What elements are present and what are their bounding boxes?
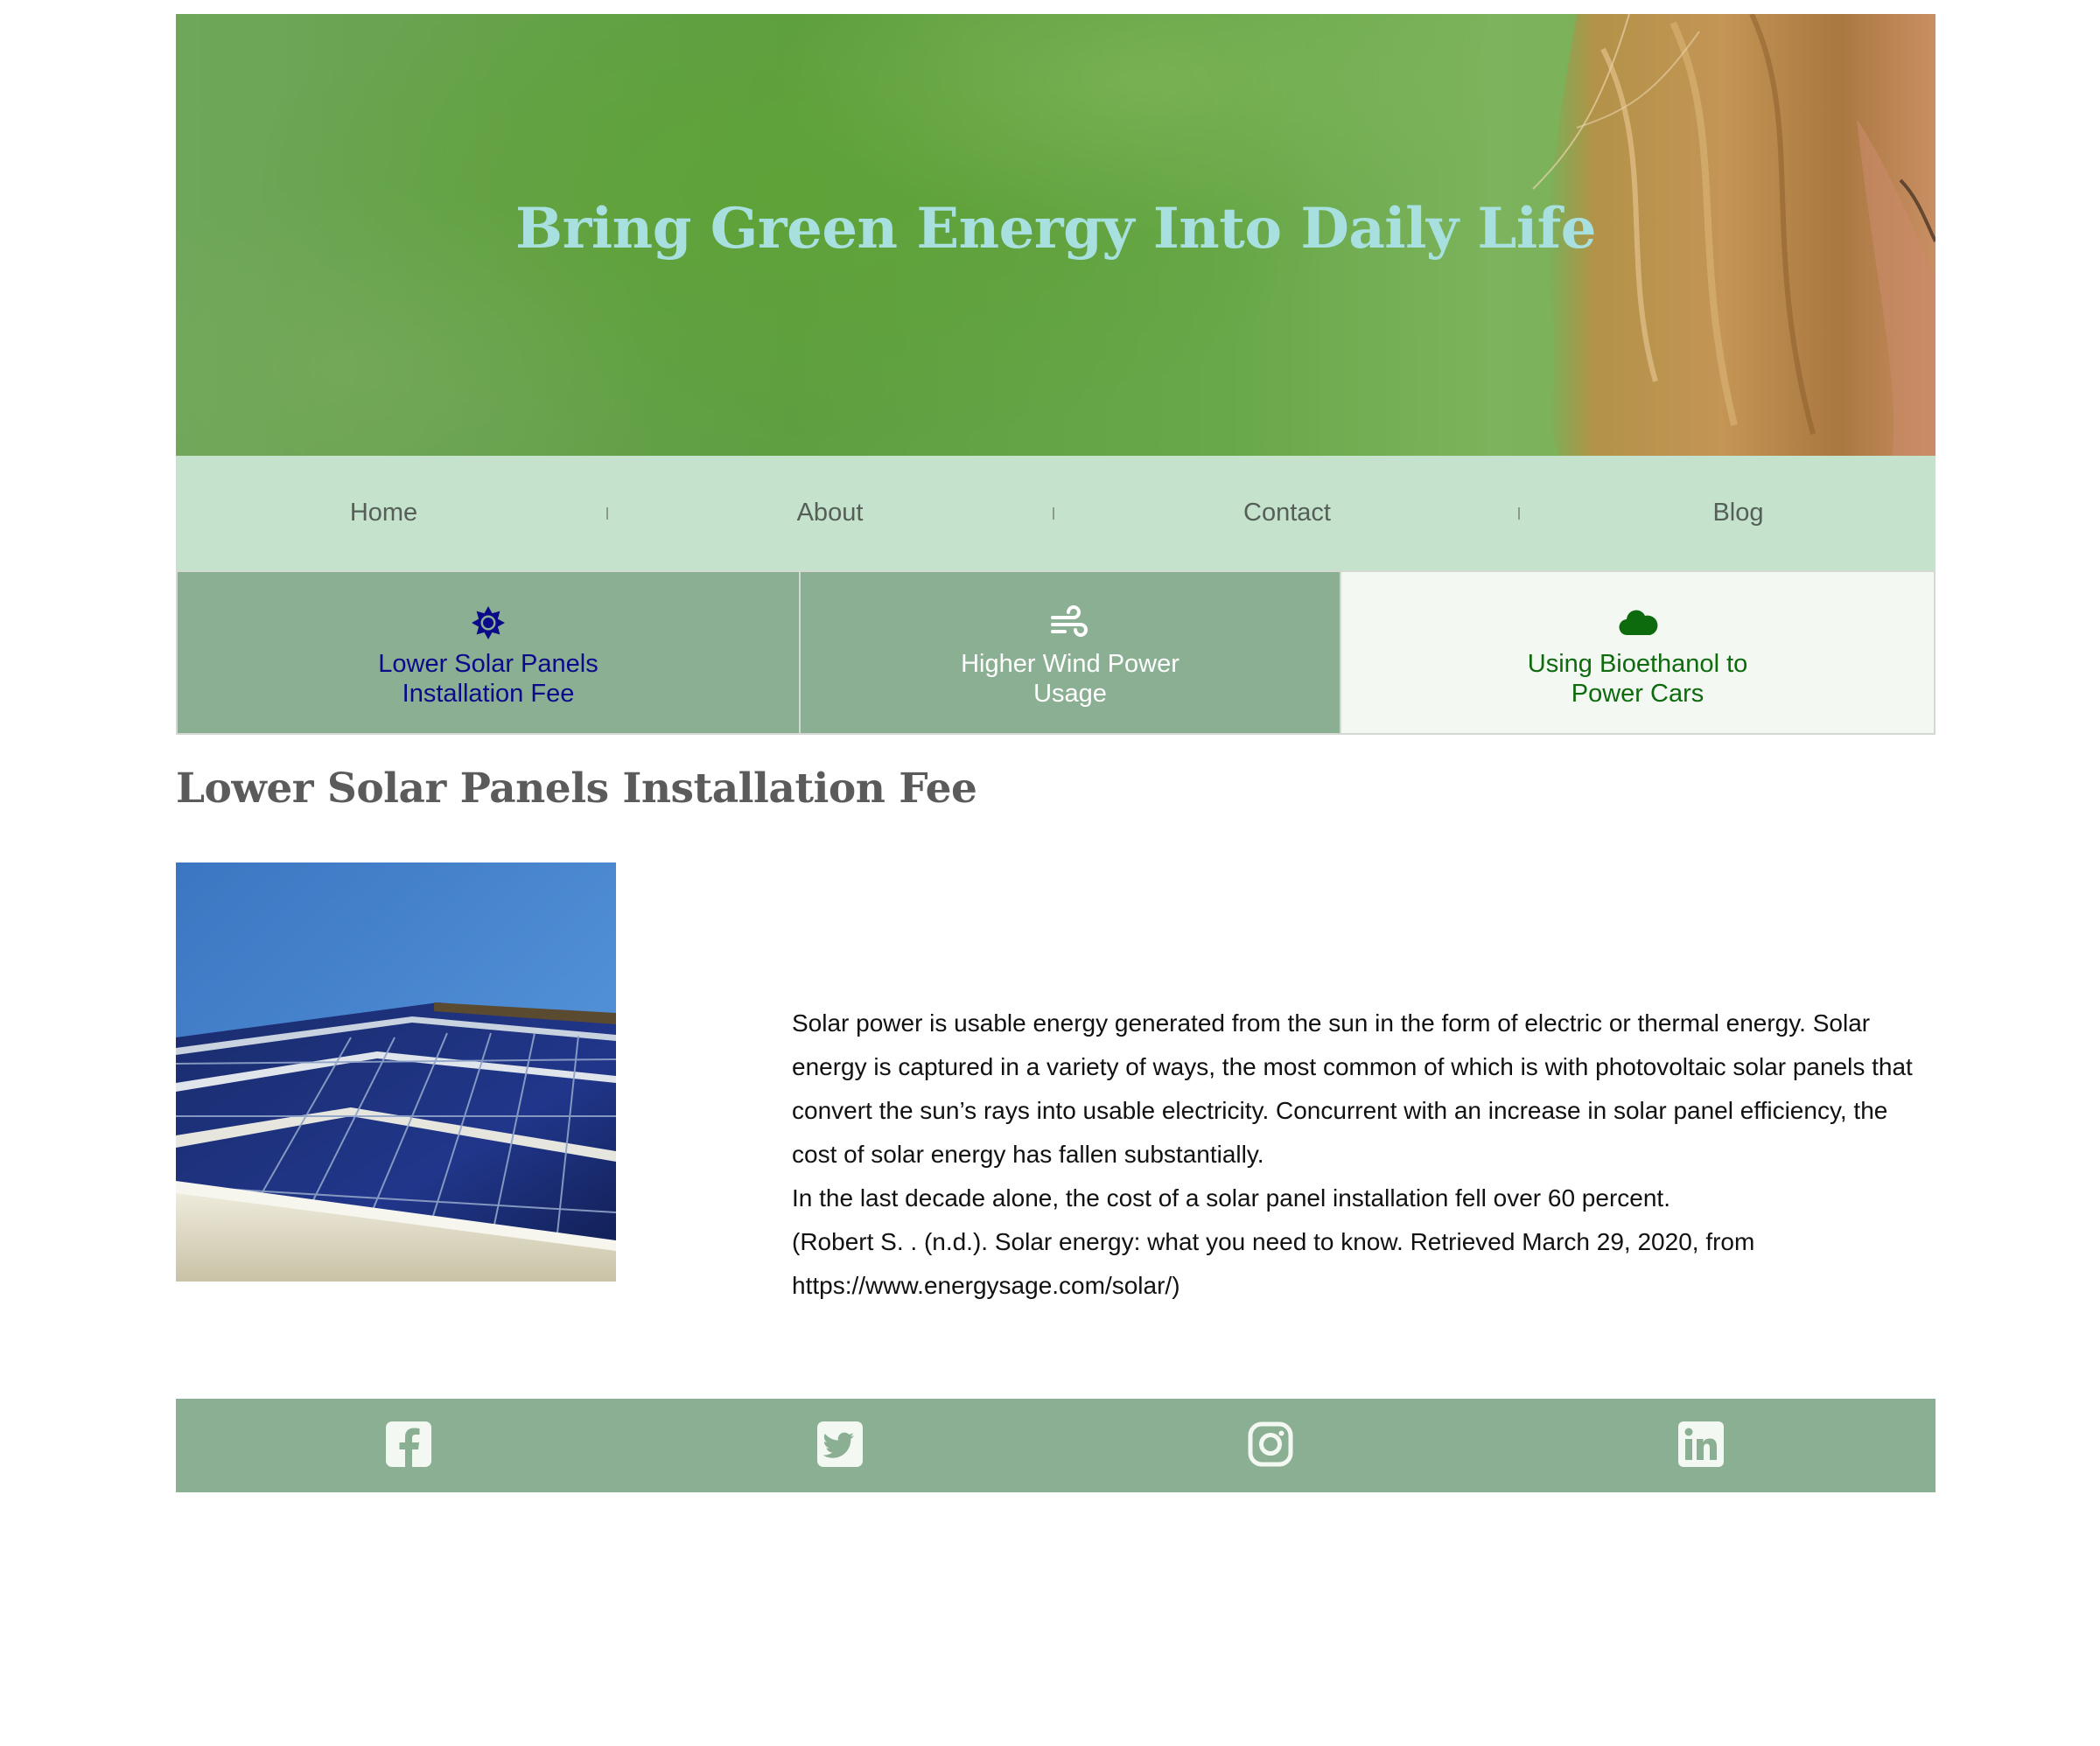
- article-citation: (Robert S. . (n.d.). Solar energy: what …: [792, 1228, 1755, 1299]
- page-title: Lower Solar Panels Installation Fee: [176, 765, 977, 813]
- content-area: Lower Solar Panels Installation Fee Sola…: [176, 0, 1936, 1746]
- solar-panel-illustration: [176, 863, 616, 1282]
- article-paragraph: In the last decade alone, the cost of a …: [792, 1184, 1670, 1212]
- facebook-icon[interactable]: [384, 1420, 433, 1469]
- article-paragraph: Solar power is usable energy generated f…: [792, 1009, 1913, 1168]
- article-body: Solar power is usable energy generated f…: [792, 1002, 1929, 1308]
- linkedin-icon[interactable]: [1676, 1420, 1726, 1469]
- solar-panel-image: [176, 863, 616, 1282]
- instagram-icon[interactable]: [1246, 1420, 1295, 1469]
- twitter-icon[interactable]: [816, 1420, 864, 1469]
- footer: [176, 1399, 1936, 1492]
